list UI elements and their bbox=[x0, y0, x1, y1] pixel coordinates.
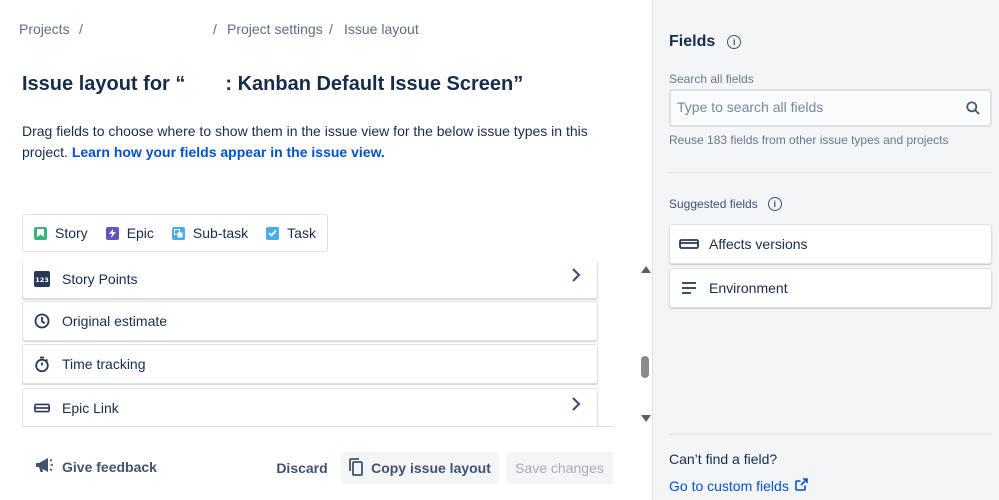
suggested-fields-header: Suggested fields i bbox=[669, 197, 782, 211]
field-label: Story Points bbox=[62, 271, 138, 287]
stopwatch-icon bbox=[34, 356, 50, 372]
fields-scrollbar[interactable] bbox=[638, 266, 652, 422]
footer-bar: Give feedback Discard Copy issue layout … bbox=[0, 448, 652, 488]
suggested-field-affects-versions[interactable]: Affects versions bbox=[669, 224, 992, 264]
copy-icon bbox=[349, 457, 363, 479]
issue-type-label: Epic bbox=[126, 225, 154, 241]
paragraph-icon bbox=[679, 280, 699, 296]
field-epic-link[interactable]: Epic Link bbox=[22, 388, 598, 426]
scroll-up-arrow-icon[interactable] bbox=[641, 266, 651, 273]
issue-type-story: Story bbox=[34, 225, 88, 241]
issue-type-label: Story bbox=[55, 225, 88, 241]
issue-type-epic: Epic bbox=[105, 225, 154, 241]
fields-panel-title: Fields i bbox=[669, 33, 742, 51]
story-icon bbox=[34, 226, 47, 240]
copy-issue-layout-button[interactable]: Copy issue layout bbox=[341, 452, 499, 484]
breadcrumb-issue-layout[interactable]: Issue layout bbox=[344, 21, 419, 37]
issue-type-label: Sub-task bbox=[192, 225, 249, 241]
reuse-fields-text: Reuse 183 fields from other issue types … bbox=[669, 133, 949, 147]
divider bbox=[669, 172, 992, 173]
issue-layout-main: Projects / / Project settings / Issue la… bbox=[0, 0, 652, 500]
search-icon bbox=[966, 101, 980, 115]
fields-panel-heading: Fields bbox=[669, 33, 716, 50]
custom-fields-link[interactable]: Go to custom fields bbox=[669, 478, 808, 494]
breadcrumb-separator: / bbox=[213, 21, 217, 37]
page-title: Issue layout for “ : Kanban Default Issue… bbox=[22, 73, 523, 96]
give-feedback-button[interactable]: Give feedback bbox=[34, 456, 157, 477]
field-original-estimate[interactable]: Original estimate bbox=[22, 301, 598, 341]
field-time-tracking[interactable]: Time tracking bbox=[22, 344, 598, 384]
version-icon bbox=[679, 236, 699, 252]
scroll-down-arrow-icon[interactable] bbox=[641, 415, 651, 422]
divider bbox=[669, 434, 992, 435]
chevron-right-icon[interactable] bbox=[571, 268, 581, 287]
discard-button[interactable]: Discard bbox=[270, 452, 334, 484]
issue-type-label: Task bbox=[287, 225, 316, 241]
field-story-points[interactable]: 123 Story Points bbox=[22, 262, 598, 299]
suggested-field-environment[interactable]: Environment bbox=[669, 268, 992, 308]
cant-find-field-text: Can’t find a field? bbox=[669, 451, 778, 467]
field-label: Time tracking bbox=[62, 356, 146, 372]
save-changes-button[interactable]: Save changes bbox=[506, 452, 613, 484]
issue-types-bar: Story Epic Sub-task Task bbox=[22, 214, 328, 252]
fields-list: 123 Story Points Original estimate Time … bbox=[22, 262, 613, 427]
search-field[interactable] bbox=[669, 89, 992, 127]
issue-type-subtask: Sub-task bbox=[171, 225, 249, 241]
learn-more-link[interactable]: Learn how your fields appear in the issu… bbox=[72, 144, 385, 160]
breadcrumb-projects[interactable]: Projects bbox=[19, 21, 70, 37]
suggested-field-label: Environment bbox=[709, 280, 788, 296]
page-title-prefix: Issue layout for “ bbox=[22, 73, 186, 95]
clock-icon bbox=[34, 313, 50, 329]
info-icon[interactable]: i bbox=[767, 197, 782, 211]
breadcrumb-project-settings[interactable]: Project settings bbox=[227, 21, 323, 37]
link-field-icon bbox=[34, 400, 50, 416]
custom-fields-link-label: Go to custom fields bbox=[669, 478, 789, 494]
issue-type-task: Task bbox=[266, 225, 316, 241]
svg-text:123: 123 bbox=[35, 276, 49, 284]
info-icon[interactable]: i bbox=[727, 35, 742, 49]
number-icon: 123 bbox=[34, 271, 50, 287]
page-title-suffix: : Kanban Default Issue Screen” bbox=[225, 73, 524, 95]
chevron-right-icon[interactable] bbox=[571, 397, 581, 416]
search-label: Search all fields bbox=[669, 72, 754, 86]
copy-issue-layout-label: Copy issue layout bbox=[371, 460, 491, 476]
give-feedback-label: Give feedback bbox=[62, 458, 157, 475]
page-description: Drag fields to choose where to show them… bbox=[22, 121, 602, 163]
breadcrumb-separator: / bbox=[79, 21, 83, 37]
search-input[interactable] bbox=[677, 99, 947, 115]
field-label: Original estimate bbox=[62, 313, 168, 329]
external-link-icon bbox=[795, 478, 808, 494]
suggested-fields-label: Suggested fields bbox=[669, 197, 758, 211]
breadcrumb-separator: / bbox=[329, 21, 333, 37]
suggested-field-label: Affects versions bbox=[709, 236, 808, 252]
fields-panel: Fields i Search all fields Reuse 183 fie… bbox=[652, 0, 999, 500]
epic-icon bbox=[105, 226, 119, 240]
field-label: Epic Link bbox=[62, 400, 119, 416]
scroll-thumb[interactable] bbox=[641, 356, 649, 378]
megaphone-icon bbox=[34, 456, 54, 477]
subtask-icon bbox=[171, 226, 185, 240]
task-icon bbox=[266, 226, 280, 240]
